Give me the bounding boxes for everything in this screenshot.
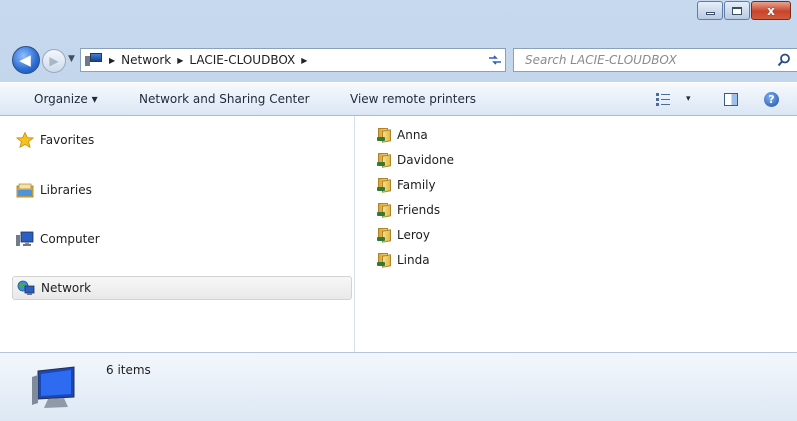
shared-folder-icon (377, 203, 393, 218)
navigation-pane: Favorites Libraries Computer Network (0, 116, 355, 352)
recent-pages-dropdown[interactable]: ▼ (68, 54, 75, 64)
folder-name: Anna (397, 128, 428, 142)
search-placeholder: Search LACIE-CLOUDBOX (525, 53, 677, 67)
network-location-icon (85, 53, 103, 67)
list-item[interactable]: Family (377, 176, 436, 194)
refresh-icon (488, 55, 501, 65)
list-item[interactable]: Leroy (377, 226, 430, 244)
change-view-icon[interactable] (656, 93, 670, 106)
sidebar-item-label: Computer (40, 232, 100, 246)
folder-name: Linda (397, 253, 430, 267)
refresh-button[interactable] (484, 48, 506, 72)
explorer-window: x ◀ ▶ ▼ ▶ Network ▶ LACIE-CLOUDBOX ▶ ▼ S… (0, 0, 797, 421)
breadcrumb-separator[interactable]: ▶ (109, 56, 115, 65)
item-count: 6 items (106, 363, 151, 377)
sidebar-item-computer[interactable]: Computer (12, 227, 352, 251)
sidebar-item-network[interactable]: Network (12, 276, 352, 300)
search-input[interactable]: Search LACIE-CLOUDBOX (513, 48, 797, 72)
shared-folder-icon (377, 178, 393, 193)
sidebar-item-label: Favorites (40, 133, 95, 147)
network-device-icon (32, 366, 75, 408)
list-item[interactable]: Linda (377, 251, 430, 269)
view-remote-printers-button[interactable]: View remote printers (350, 92, 476, 106)
breadcrumb-lacie-cloudbox[interactable]: LACIE-CLOUDBOX (189, 53, 295, 67)
list-item[interactable]: Davidone (377, 151, 454, 169)
computer-icon (16, 231, 34, 246)
network-sharing-center-button[interactable]: Network and Sharing Center (139, 92, 310, 106)
list-item[interactable]: Anna (377, 126, 428, 144)
sidebar-item-label: Libraries (40, 183, 92, 197)
maximize-icon (732, 6, 742, 15)
breadcrumb-separator[interactable]: ▶ (177, 56, 183, 65)
sidebar-item-label: Network (41, 281, 92, 295)
shared-folder-icon (377, 253, 393, 268)
views-dropdown[interactable]: ▾ (686, 94, 691, 104)
folder-name: Davidone (397, 153, 454, 167)
back-button[interactable]: ◀ (12, 46, 40, 74)
breadcrumb-separator[interactable]: ▶ (301, 56, 307, 65)
help-icon[interactable]: ? (764, 92, 779, 107)
command-bar: Organize ▾ Network and Sharing Center Vi… (0, 82, 797, 116)
list-item[interactable]: Friends (377, 201, 440, 219)
minimize-icon (705, 12, 715, 15)
back-arrow-icon: ◀ (19, 51, 31, 69)
file-list: Anna Davidone Family Friends Leroy Linda (355, 116, 797, 352)
caption-buttons: x (696, 1, 791, 20)
address-bar[interactable]: ▶ Network ▶ LACIE-CLOUDBOX ▶ ▼ (80, 48, 506, 72)
organize-button[interactable]: Organize ▾ (34, 92, 98, 106)
sidebar-item-favorites[interactable]: Favorites (12, 128, 352, 152)
libraries-icon (16, 183, 34, 198)
close-button[interactable]: x (751, 1, 791, 20)
folder-name: Friends (397, 203, 441, 217)
close-icon: x (767, 3, 775, 18)
folder-name: Family (397, 178, 436, 192)
preview-pane-icon[interactable] (724, 93, 738, 106)
shared-folder-icon (377, 153, 393, 168)
shared-folder-icon (377, 128, 393, 143)
navigation-row: ◀ ▶ ▼ ▶ Network ▶ LACIE-CLOUDBOX ▶ ▼ Sea… (0, 38, 797, 82)
network-icon (17, 280, 35, 295)
folder-name: Leroy (397, 228, 430, 242)
sidebar-item-libraries[interactable]: Libraries (12, 178, 352, 202)
minimize-button[interactable] (697, 1, 723, 20)
maximize-button[interactable] (724, 1, 750, 20)
title-bar: x (0, 0, 797, 38)
forward-button[interactable]: ▶ (42, 49, 66, 73)
forward-arrow-icon: ▶ (49, 54, 59, 68)
shared-folder-icon (377, 228, 393, 243)
search-icon[interactable] (777, 53, 791, 67)
breadcrumb-network[interactable]: Network (121, 53, 171, 67)
details-pane: 6 items (0, 352, 797, 421)
star-icon (16, 132, 34, 148)
